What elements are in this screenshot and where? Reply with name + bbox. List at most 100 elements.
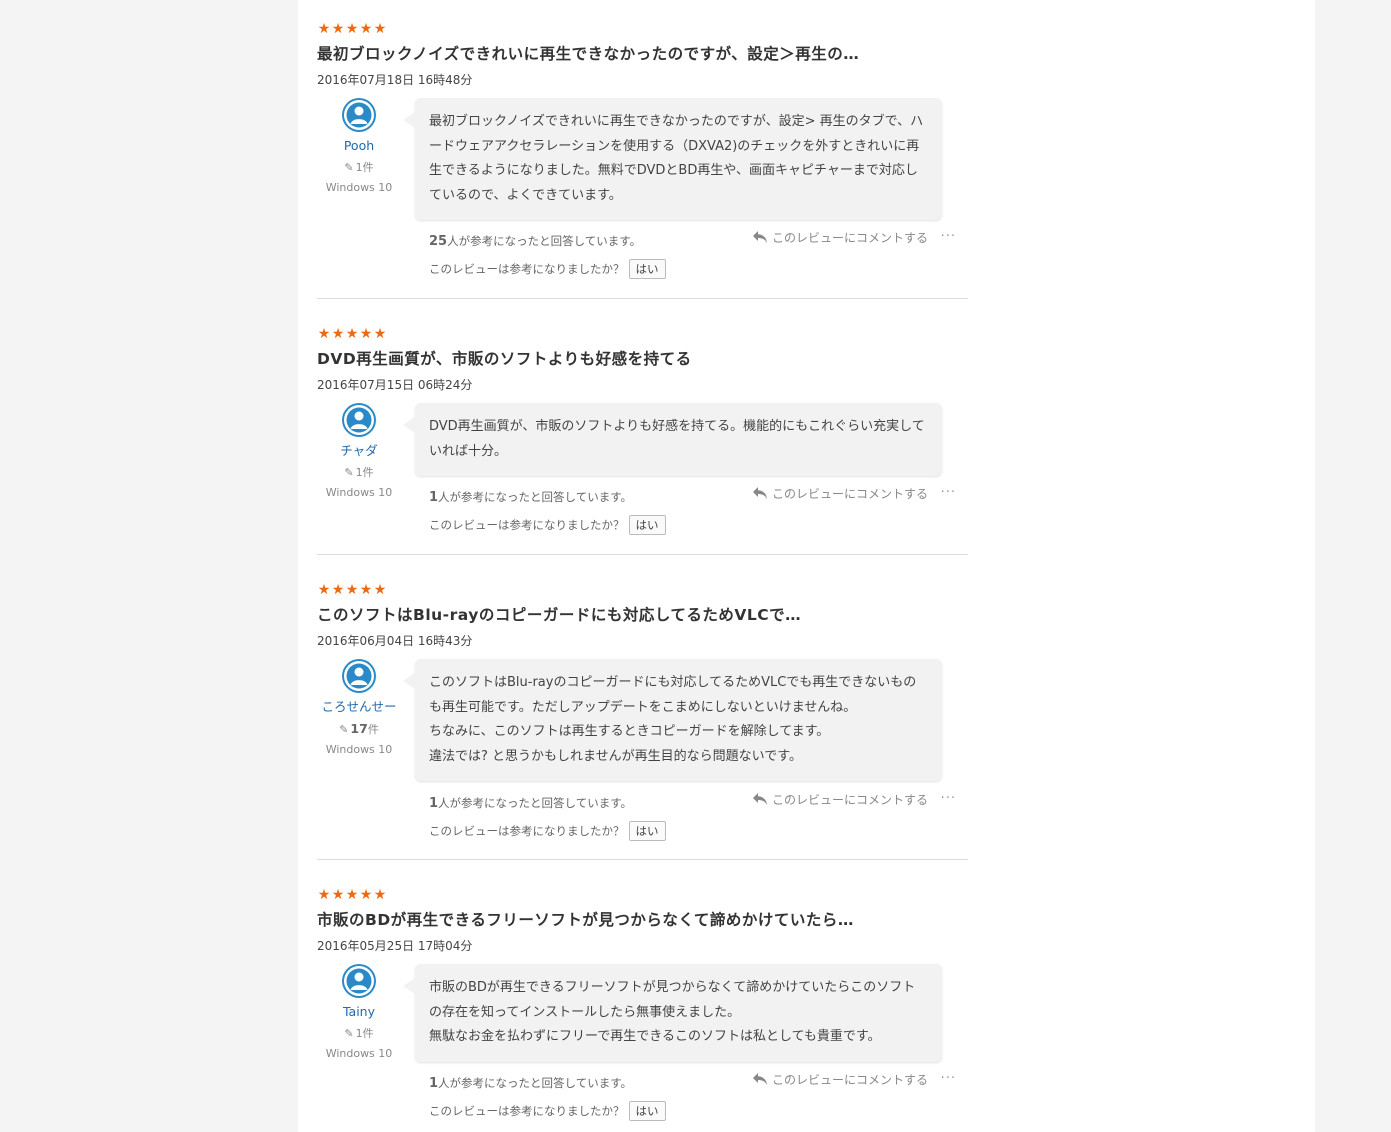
helpful-question: このレビューは参考になりましたか？ はい	[429, 259, 964, 279]
review-body-text: DVD再生画質が、市販のソフトよりも好感を持てる。機能的にもこれぐらい充実してい…	[429, 419, 925, 459]
review-body: 市販のBDが再生できるフリーソフトが見つからなくて諦めかけていたらこのソフトの存…	[403, 964, 942, 1062]
reviewer-name-link[interactable]: Pooh	[317, 138, 401, 153]
review-title: このソフトはBlu-rayのコピーガードにも対応してるためVLCで…	[317, 606, 802, 624]
star-icon: ★	[373, 21, 387, 37]
star-icon: ★	[373, 326, 387, 342]
review-date: 2016年07月15日 06時24分	[317, 378, 473, 392]
divider	[317, 298, 968, 299]
divider	[317, 554, 968, 555]
star-icon: ★	[331, 887, 345, 903]
star-icon: ★	[345, 21, 359, 37]
reviewer-name-link[interactable]: Tainy	[317, 1004, 401, 1019]
star-icon: ★	[317, 21, 331, 37]
review-body-text: ちなみに、このソフトは再生するときコピーガードを解除してます。	[429, 724, 830, 739]
helpful-yes-button[interactable]: はい	[628, 259, 666, 279]
helpful-question: このレビューは参考になりましたか？ はい	[429, 515, 964, 535]
more-icon[interactable]: ···	[941, 792, 956, 806]
helpful-yes-button[interactable]: はい	[628, 1101, 666, 1121]
review-list: ★ ★ ★ ★ ★ 最初ブロックノイズできれいに再生できなかったのですが、設定＞再生の……	[298, 0, 1315, 1132]
comment-link[interactable]: このレビューにコメントする	[752, 230, 928, 245]
reviewer-name-link[interactable]: チャダ	[317, 443, 401, 458]
reviewer-os: Windows 10	[325, 743, 393, 756]
avatar[interactable]	[342, 659, 376, 693]
star-icon: ★	[359, 21, 373, 37]
user-icon	[344, 661, 374, 691]
reviewer-os: Windows 10	[325, 486, 393, 499]
review-body-text: 違法では? と思うかもしれませんが再生目的なら問題ないです。	[429, 748, 802, 764]
review-title: 最初ブロックノイズできれいに再生できなかったのですが、設定＞再生の…	[317, 45, 860, 63]
reviewer-review-count: ✎ 1件	[344, 466, 374, 479]
more-icon[interactable]: ···	[941, 230, 956, 244]
reviewer-os: Windows 10	[325, 1047, 393, 1060]
comment-link[interactable]: このレビューにコメントする	[752, 1072, 928, 1087]
star-rating: ★ ★ ★ ★ ★	[317, 888, 968, 902]
review-body-text: このソフトはBlu-rayのコピーガードにも対応してるためVLCでも再生できない…	[429, 675, 917, 715]
user-icon	[344, 100, 374, 130]
star-icon: ★	[331, 326, 345, 342]
review-body: DVD再生画質が、市販のソフトよりも好感を持てる。機能的にもこれぐらい充実してい…	[403, 403, 942, 476]
review-body-text: 無駄なお金を払わずにフリーで再生できるこのソフトは私としても貴重です。	[429, 1029, 881, 1044]
star-icon: ★	[359, 887, 373, 903]
review-card: ★ ★ ★ ★ ★ 市販のBDが再生できるフリーソフトが見つからなくて諦めかけていたら……	[317, 888, 968, 1121]
reviewer-info: Pooh ✎ 1件 Windows 10	[317, 98, 401, 194]
review-body: このソフトはBlu-rayのコピーガードにも対応してるためVLCでも再生できない…	[403, 659, 942, 781]
review-meta: 1人が参考になったと回答しています。 このレビューは参考になりましたか？ はい こ…	[429, 1072, 964, 1121]
review-body-text: 市販のBDが再生できるフリーソフトが見つからなくて諦めかけていたらこのソフトの存…	[429, 980, 916, 1020]
star-rating: ★ ★ ★ ★ ★	[317, 327, 968, 341]
helpful-question: このレビューは参考になりましたか？ はい	[429, 1101, 964, 1121]
edit-icon: ✎	[339, 723, 349, 736]
review-date: 2016年05月25日 17時04分	[317, 939, 473, 953]
reply-icon	[752, 793, 767, 805]
review-card: ★ ★ ★ ★ ★ 最初ブロックノイズできれいに再生できなかったのですが、設定＞再生の……	[317, 22, 968, 279]
user-icon	[344, 966, 374, 996]
review-card: ★ ★ ★ ★ ★ DVD再生画質が、市販のソフトよりも好感を持てる 2016年07月1…	[317, 327, 968, 535]
helpful-yes-button[interactable]: はい	[628, 821, 666, 841]
review-date: 2016年07月18日 16時48分	[317, 73, 473, 87]
review-meta: 25人が参考になったと回答しています。 このレビューは参考になりましたか？ はい …	[429, 230, 964, 279]
review-body-text: 最初ブロックノイズできれいに再生できなかったのですが、設定> 再生のタブで、ハー…	[429, 114, 924, 203]
review-meta: 1人が参考になったと回答しています。 このレビューは参考になりましたか？ はい こ…	[429, 792, 964, 841]
reviewer-review-count: ✎ 17件	[339, 721, 379, 736]
star-icon: ★	[331, 582, 345, 598]
star-icon: ★	[345, 887, 359, 903]
reviewer-info: ころせんせー ✎ 17件 Windows 10	[317, 659, 401, 756]
more-icon[interactable]: ···	[941, 1072, 956, 1086]
star-icon: ★	[317, 582, 331, 598]
reply-icon	[752, 231, 767, 243]
star-rating: ★ ★ ★ ★ ★	[317, 22, 968, 36]
star-rating: ★ ★ ★ ★ ★	[317, 583, 968, 597]
divider	[317, 859, 968, 860]
reviewer-name-link[interactable]: ころせんせー	[317, 699, 401, 714]
comment-link[interactable]: このレビューにコメントする	[752, 792, 928, 807]
comment-link[interactable]: このレビューにコメントする	[752, 486, 928, 501]
reply-icon	[752, 1073, 767, 1085]
review-body: 最初ブロックノイズできれいに再生できなかったのですが、設定> 再生のタブで、ハー…	[403, 98, 942, 220]
more-icon[interactable]: ···	[941, 486, 956, 500]
review-date: 2016年06月04日 16時43分	[317, 634, 473, 648]
user-icon	[344, 405, 374, 435]
review-title: DVD再生画質が、市販のソフトよりも好感を持てる	[317, 350, 692, 368]
reply-icon	[752, 487, 767, 499]
star-icon: ★	[345, 326, 359, 342]
edit-icon: ✎	[344, 466, 354, 479]
helpful-yes-button[interactable]: はい	[628, 515, 666, 535]
reviewer-os: Windows 10	[325, 181, 393, 194]
review-card: ★ ★ ★ ★ ★ このソフトはBlu-rayのコピーガードにも対応してるためVLCで……	[317, 583, 968, 841]
edit-icon: ✎	[344, 1027, 354, 1040]
reviewer-info: チャダ ✎ 1件 Windows 10	[317, 403, 401, 499]
star-icon: ★	[373, 582, 387, 598]
star-icon: ★	[345, 582, 359, 598]
star-icon: ★	[373, 887, 387, 903]
helpful-question: このレビューは参考になりましたか？ はい	[429, 821, 964, 841]
edit-icon: ✎	[344, 161, 354, 174]
avatar[interactable]	[342, 964, 376, 998]
reviewer-review-count: ✎ 1件	[344, 1027, 374, 1040]
avatar[interactable]	[342, 403, 376, 437]
star-icon: ★	[359, 326, 373, 342]
star-icon: ★	[317, 887, 331, 903]
review-title: 市販のBDが再生できるフリーソフトが見つからなくて諦めかけていたら…	[317, 911, 854, 929]
star-icon: ★	[331, 21, 345, 37]
review-meta: 1人が参考になったと回答しています。 このレビューは参考になりましたか？ はい こ…	[429, 486, 964, 535]
star-icon: ★	[317, 326, 331, 342]
avatar[interactable]	[342, 98, 376, 132]
